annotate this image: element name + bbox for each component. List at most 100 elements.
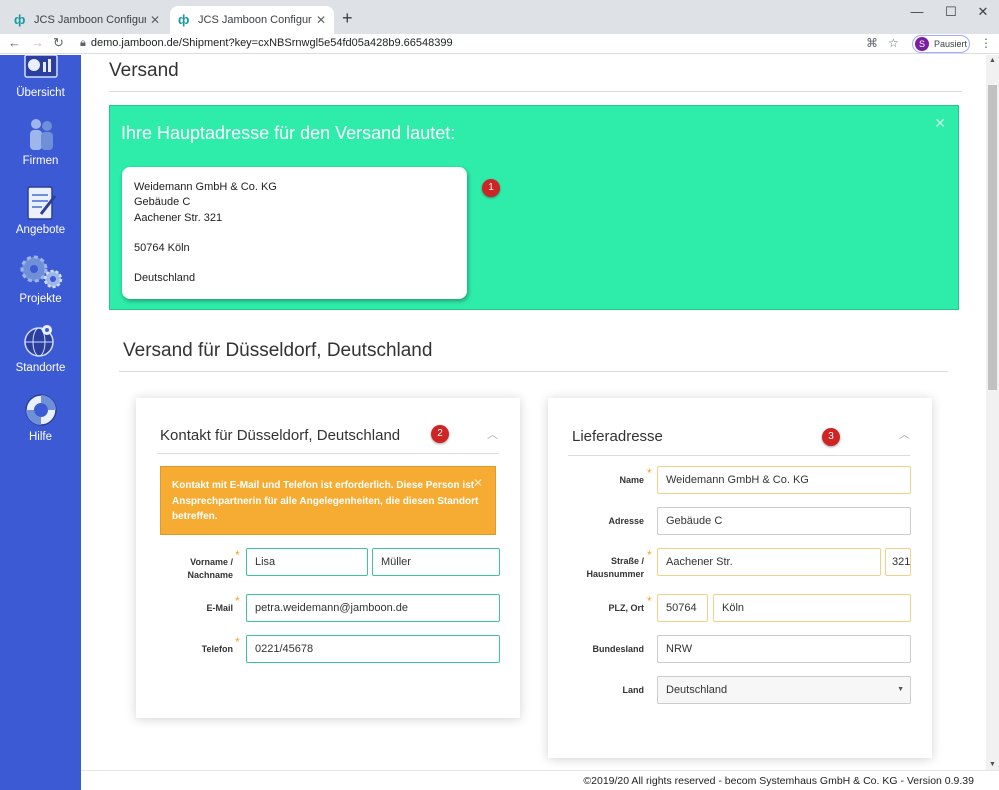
tab-title: JCS Jamboon Configuration Serv bbox=[198, 14, 312, 26]
footer: ©2019/20 All rights reserved - becom Sys… bbox=[81, 770, 999, 790]
title-divider bbox=[109, 91, 962, 92]
address-line: Deutschland bbox=[134, 272, 196, 285]
sidebar-item-standorte[interactable]: Standorte bbox=[0, 324, 81, 374]
scroll-up-icon[interactable]: ▲ bbox=[989, 57, 996, 64]
panel-divider bbox=[568, 455, 910, 456]
sidebar-item-label: Angebote bbox=[15, 224, 66, 236]
zip-city-label: PLZ, Ort bbox=[608, 603, 645, 613]
maximize-icon[interactable]: ☐ bbox=[936, 4, 966, 20]
address-line: Gebäude C bbox=[134, 196, 191, 209]
profile-button[interactable]: S Pausiert bbox=[912, 35, 970, 53]
warning-text: Kontakt mit E-Mail und Telefon ist erfor… bbox=[172, 480, 479, 522]
city-input[interactable]: Köln bbox=[713, 594, 911, 622]
delivery-panel-title: Lieferadresse bbox=[572, 428, 663, 445]
street-input[interactable]: Aachener Str. bbox=[657, 548, 881, 576]
main-address-card: Weidemann GmbH & Co. KG Gebäude C Aachen… bbox=[122, 167, 467, 299]
chevron-up-icon[interactable]: ︿ bbox=[487, 426, 498, 442]
sidebar-item-projekte[interactable]: Projekte bbox=[0, 255, 81, 305]
page-title: Versand bbox=[109, 60, 179, 81]
sidebar-item-label: Standorte bbox=[15, 362, 66, 374]
country-select[interactable]: Deutschland ▼ bbox=[657, 676, 911, 704]
address-line: Aachener Str. 321 bbox=[134, 211, 223, 224]
profile-status: Pausiert bbox=[934, 39, 968, 49]
sidebar-item-uebersicht[interactable]: Übersicht bbox=[0, 55, 81, 99]
close-window-icon[interactable]: ✕ bbox=[968, 4, 998, 20]
country-label: Land bbox=[622, 685, 645, 695]
globe-pin-icon bbox=[23, 325, 54, 357]
jamboon-favicon-icon: ф bbox=[178, 12, 190, 27]
jamboon-favicon-icon: ф bbox=[14, 12, 26, 27]
menu-kebab-icon[interactable]: ⋮ bbox=[980, 36, 992, 50]
close-tab-icon[interactable]: ✕ bbox=[316, 13, 326, 27]
browser-address-bar: ← → ↻ 🔒︎ demo.jamboon.de/Shipment?key=cxN… bbox=[0, 34, 999, 54]
required-star-icon: * bbox=[235, 594, 240, 608]
browser-tab-inactive[interactable]: ф JCS Jamboon Configuration Serv ✕ bbox=[6, 6, 168, 34]
required-star-icon: * bbox=[235, 548, 240, 562]
close-icon[interactable]: ✕ bbox=[473, 476, 483, 492]
document-pen-icon bbox=[26, 186, 56, 220]
delivery-name-input[interactable]: Weidemann GmbH & Co. KG bbox=[657, 466, 911, 494]
address-line: 50764 Köln bbox=[134, 241, 190, 254]
name-label: Vorname / Nachname bbox=[187, 557, 233, 580]
translate-icon[interactable]: ⌘ bbox=[866, 36, 878, 50]
dashboard-icon bbox=[23, 55, 58, 78]
sidebar-item-label: Projekte bbox=[19, 293, 62, 305]
sidebar-item-firmen[interactable]: Firmen bbox=[0, 117, 81, 167]
back-arrow-icon[interactable]: ← bbox=[8, 35, 21, 50]
state-input[interactable]: NRW bbox=[657, 635, 911, 663]
email-label: E-Mail bbox=[206, 603, 233, 613]
section-title: Versand für Düsseldorf, Deutschland bbox=[123, 340, 433, 361]
page-scrollbar[interactable]: ▲ ▼ bbox=[986, 55, 999, 770]
forward-arrow-icon[interactable]: → bbox=[31, 35, 44, 50]
new-tab-button[interactable]: + bbox=[342, 8, 353, 29]
email-field[interactable]: petra.weidemann@jamboon.de bbox=[246, 594, 500, 622]
delivery-address-input[interactable]: Gebäude C bbox=[657, 507, 911, 535]
address-line: Weidemann GmbH & Co. KG bbox=[134, 181, 277, 193]
required-star-icon: * bbox=[647, 466, 652, 480]
tab-title: JCS Jamboon Configuration Serv bbox=[34, 14, 146, 26]
close-tab-icon[interactable]: ✕ bbox=[150, 13, 160, 27]
phone-field[interactable]: 0221/45678 bbox=[246, 635, 500, 663]
bookmark-star-icon[interactable]: ☆ bbox=[888, 36, 899, 50]
step-badge: 2 bbox=[431, 425, 449, 443]
phone-label: Telefon bbox=[201, 644, 233, 654]
sidebar: Übersicht Firmen Angebote Projekte Stand… bbox=[0, 55, 81, 790]
sidebar-item-label: Firmen bbox=[22, 155, 59, 167]
step-badge: 3 bbox=[822, 428, 840, 446]
street-label: Straße / Hausnummer bbox=[586, 556, 644, 579]
reload-icon[interactable]: ↻ bbox=[53, 35, 64, 51]
country-select-value: Deutschland bbox=[666, 684, 728, 696]
delivery-address-label: Adresse bbox=[608, 516, 644, 526]
required-star-icon: * bbox=[647, 548, 652, 562]
minimize-icon[interactable]: — bbox=[902, 4, 932, 19]
section-divider bbox=[119, 371, 948, 372]
main-address-alert: Ihre Hauptadresse für den Versand lautet… bbox=[109, 105, 959, 310]
required-star-icon: * bbox=[235, 635, 240, 649]
browser-tab-active[interactable]: ф JCS Jamboon Configuration Serv ✕ bbox=[170, 6, 334, 34]
scroll-down-icon[interactable]: ▼ bbox=[989, 761, 996, 768]
sidebar-item-angebote[interactable]: Angebote bbox=[0, 186, 81, 236]
state-label: Bundesland bbox=[592, 644, 644, 654]
lock-icon: 🔒︎ bbox=[80, 37, 86, 49]
first-name-input[interactable]: Lisa bbox=[246, 548, 368, 576]
zip-input[interactable]: 50764 bbox=[657, 594, 708, 622]
people-icon bbox=[29, 119, 53, 150]
footer-copyright: ©2019/20 All rights reserved - becom Sys… bbox=[583, 775, 974, 787]
avatar: S bbox=[915, 37, 929, 51]
delivery-name-label: Name bbox=[619, 475, 644, 485]
required-star-icon: * bbox=[647, 594, 652, 608]
lifebuoy-icon bbox=[24, 394, 57, 426]
house-number-input[interactable]: 321 bbox=[885, 548, 911, 576]
main-address-heading: Ihre Hauptadresse für den Versand lautet… bbox=[121, 123, 456, 143]
gears-icon bbox=[20, 255, 62, 289]
url-field[interactable]: 🔒︎ demo.jamboon.de/Shipment?key=cxNBSrnwg… bbox=[80, 37, 453, 50]
chevron-up-icon[interactable]: ︿ bbox=[899, 426, 910, 442]
contact-panel-title: Kontakt für Düsseldorf, Deutschland bbox=[160, 427, 401, 444]
close-icon[interactable]: ✕ bbox=[934, 115, 946, 132]
last-name-input[interactable]: Müller bbox=[372, 548, 500, 576]
url-text: demo.jamboon.de/Shipment?key=cxNBSrnwgl5… bbox=[90, 37, 453, 49]
sidebar-item-label: Hilfe bbox=[28, 431, 52, 443]
sidebar-item-hilfe[interactable]: Hilfe bbox=[0, 393, 81, 443]
scrollbar-thumb[interactable] bbox=[988, 85, 997, 390]
step-badge: 1 bbox=[482, 179, 500, 197]
